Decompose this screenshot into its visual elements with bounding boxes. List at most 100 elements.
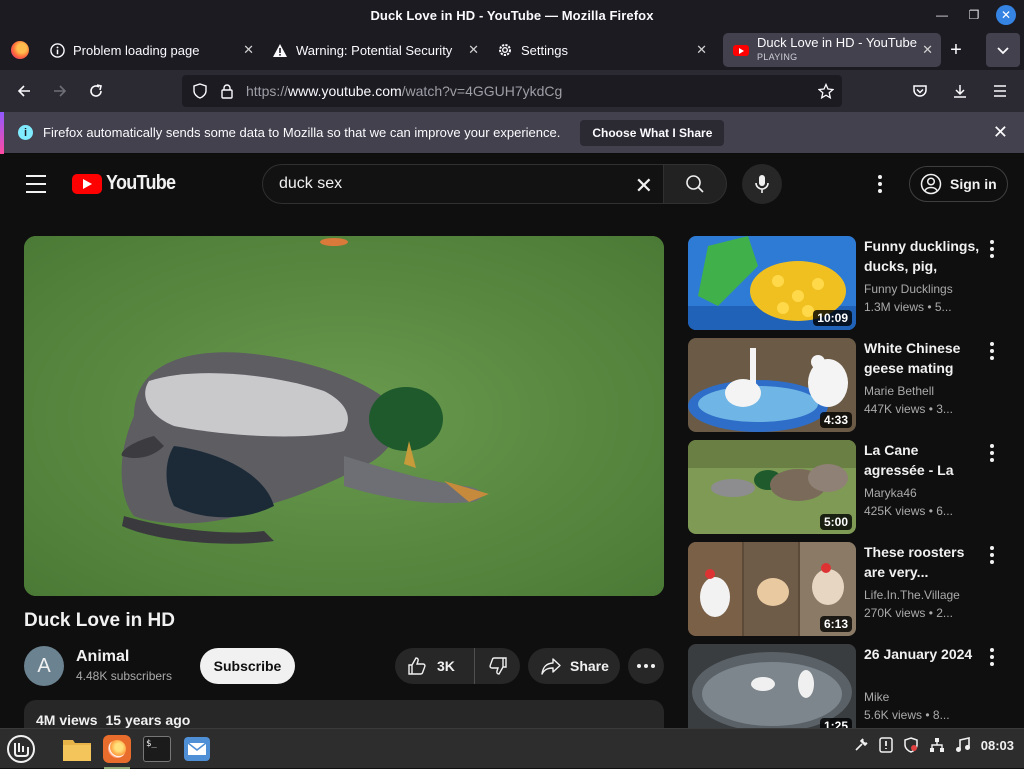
forward-button[interactable]	[42, 75, 78, 107]
youtube-logo-text: YouTube	[106, 172, 176, 194]
video-thumbnail[interactable]: 1:25	[688, 644, 856, 728]
channel-name[interactable]: Animal	[76, 648, 129, 666]
tools-icon[interactable]	[853, 737, 869, 753]
maximize-button[interactable]: ❐	[964, 5, 984, 25]
youtube-logo[interactable]: YouTube	[72, 172, 183, 195]
lock-icon[interactable]	[220, 83, 234, 99]
video-thumbnail[interactable]: 4:33	[688, 338, 856, 432]
search-input[interactable]: duck sex ✕	[262, 164, 664, 204]
close-icon[interactable]: ✕	[993, 122, 1008, 143]
video-duration: 4:33	[819, 412, 852, 428]
video-player[interactable]	[24, 236, 664, 596]
voice-search-button[interactable]	[742, 164, 782, 204]
tab-close-icon[interactable]: ✕	[922, 42, 933, 58]
recommendation-channel[interactable]: Marie Bethell	[864, 384, 934, 398]
action-menu-kebab-icon[interactable]	[990, 240, 994, 258]
pocket-icon	[913, 85, 927, 97]
tab-label: Warning: Potential Security	[296, 42, 453, 58]
recommendation-title[interactable]: These roosters are very...	[864, 542, 980, 582]
share-button[interactable]: Share	[528, 648, 620, 684]
recommendation-title[interactable]: 26 January 2024	[864, 644, 980, 664]
share-icon	[541, 658, 561, 675]
recommendation-item[interactable]: 5:00 La Cane agressée - La Roche de... M…	[688, 440, 1008, 534]
app-menu-button[interactable]	[982, 75, 1018, 107]
clock[interactable]: 08:03	[981, 738, 1014, 753]
search-button[interactable]	[663, 164, 727, 204]
video-thumbnail[interactable]: 10:09	[688, 236, 856, 330]
recommendation-meta: 1.3M views • 5...	[864, 300, 952, 314]
mint-menu-icon[interactable]	[4, 732, 38, 766]
files-icon[interactable]	[60, 732, 94, 766]
back-arrow-icon	[17, 85, 30, 97]
sound-icon[interactable]	[955, 737, 971, 753]
terminal-icon[interactable]: $_	[140, 732, 174, 766]
guide-menu-button[interactable]	[26, 175, 46, 193]
tab-problem-loading[interactable]: Problem loading page ✕	[40, 33, 262, 67]
video-owner-row: A Animal 4.48K subscribers Subscribe 3K …	[24, 646, 664, 686]
navigation-toolbar: https://www.youtube.com/watch?v=4GGUH7yk…	[0, 70, 1024, 112]
video-thumbnail[interactable]: 6:13	[688, 542, 856, 636]
downloads-button[interactable]	[942, 75, 978, 107]
choose-what-i-share-button[interactable]: Choose What I Share	[580, 119, 725, 146]
avatar[interactable]: A	[24, 646, 64, 686]
network-icon[interactable]	[929, 737, 945, 753]
pocket-button[interactable]	[902, 75, 938, 107]
list-all-tabs-button[interactable]	[986, 33, 1020, 67]
microphone-icon	[755, 175, 769, 193]
action-menu-kebab-icon[interactable]	[990, 342, 994, 360]
info-icon: i	[18, 125, 33, 140]
subscriber-count: 4.48K subscribers	[76, 669, 173, 683]
new-tab-button[interactable]: +	[941, 35, 971, 65]
update-manager-icon[interactable]	[879, 737, 893, 753]
minimize-button[interactable]: —	[932, 5, 952, 25]
reload-button[interactable]	[78, 75, 114, 107]
dislike-button[interactable]	[475, 656, 520, 676]
more-actions-button[interactable]	[628, 648, 664, 684]
back-button[interactable]	[6, 75, 42, 107]
recommendation-title[interactable]: Funny ducklings, ducks, pig, kitte...	[864, 236, 980, 276]
close-window-button[interactable]: ✕	[996, 5, 1016, 25]
action-menu-kebab-icon[interactable]	[990, 444, 994, 462]
recommendation-item[interactable]: 10:09 Funny ducklings, ducks, pig, kitte…	[688, 236, 1008, 330]
recommendation-channel[interactable]: Life.In.The.Village	[864, 588, 960, 602]
tab-label: Duck Love in HD - YouTube	[757, 36, 917, 50]
system-tray: 08:03	[853, 737, 1014, 753]
hamburger-menu-icon	[994, 85, 1006, 97]
firefox-icon[interactable]	[100, 732, 134, 769]
tab-settings[interactable]: Settings ✕	[487, 33, 715, 67]
tab-close-icon[interactable]: ✕	[243, 42, 254, 58]
recommendation-title[interactable]: White Chinese geese mating	[864, 338, 980, 378]
recommendation-item[interactable]: 1:25 26 January 2024 Mike 5.6K views • 8…	[688, 644, 1008, 728]
recommendation-channel[interactable]: Funny Ducklings	[864, 282, 953, 296]
action-menu-kebab-icon[interactable]	[990, 546, 994, 564]
url-text: https://www.youtube.com/watch?v=4GGUH7yk…	[246, 83, 563, 99]
tab-security-warning[interactable]: Warning: Potential Security ✕	[262, 33, 487, 67]
recommendation-channel[interactable]: Maryka46	[864, 486, 917, 500]
sign-in-label: Sign in	[950, 176, 997, 192]
tab-close-icon[interactable]: ✕	[696, 42, 707, 58]
like-count: 3K	[437, 658, 455, 674]
recommendation-title[interactable]: La Cane agressée - La Roche de...	[864, 440, 980, 480]
recommendation-meta: 5.6K views • 8...	[864, 708, 950, 722]
firefox-view-button[interactable]	[0, 30, 40, 70]
thumbs-up-icon	[408, 657, 426, 675]
tracking-protection-shield-icon[interactable]	[192, 83, 208, 99]
recommendation-item[interactable]: 6:13 These roosters are very... Life.In.…	[688, 542, 1008, 636]
settings-kebab-icon[interactable]	[870, 172, 890, 196]
sign-in-button[interactable]: Sign in	[909, 166, 1008, 202]
subscribe-button[interactable]: Subscribe	[200, 648, 295, 684]
recommendation-channel[interactable]: Mike	[864, 690, 889, 704]
recommendation-item[interactable]: 4:33 White Chinese geese mating Marie Be…	[688, 338, 1008, 432]
shield-icon[interactable]	[903, 737, 919, 753]
like-button[interactable]: 3K	[395, 648, 475, 684]
video-thumbnail[interactable]: 5:00	[688, 440, 856, 534]
action-menu-kebab-icon[interactable]	[990, 648, 994, 666]
url-bar[interactable]: https://www.youtube.com/watch?v=4GGUH7yk…	[182, 75, 842, 107]
notification-accent	[0, 111, 4, 154]
tab-close-icon[interactable]: ✕	[468, 42, 479, 58]
bookmark-star-icon[interactable]	[818, 83, 834, 99]
description-box[interactable]: 4M views 15 years ago	[24, 700, 664, 730]
mail-icon[interactable]	[180, 732, 214, 766]
tab-youtube-active[interactable]: Duck Love in HD - YouTube PLAYING ✕	[723, 33, 941, 67]
clear-search-icon[interactable]: ✕	[635, 173, 653, 199]
